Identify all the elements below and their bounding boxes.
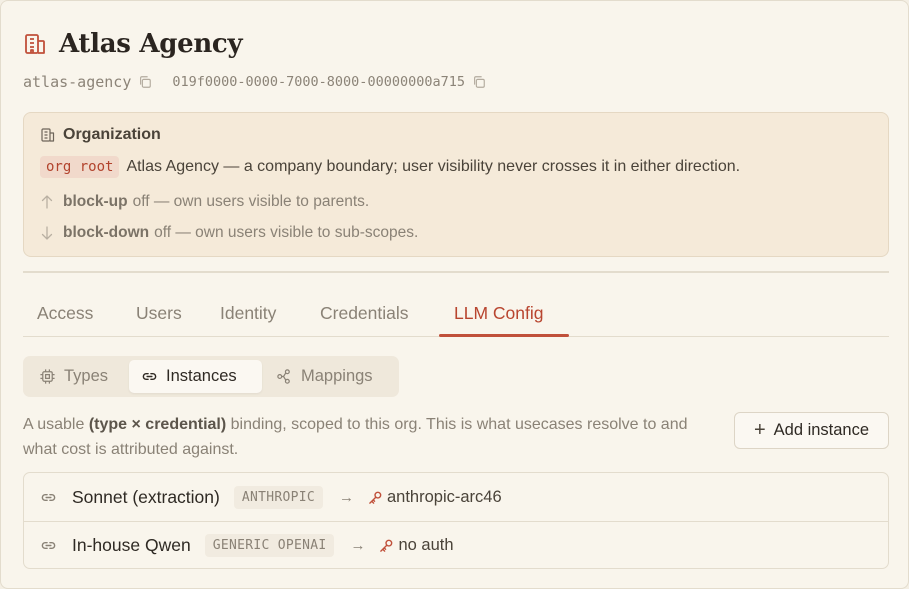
arrow-up-icon	[41, 195, 53, 209]
instance-credential: anthropic-arc46	[387, 487, 502, 506]
block-up-line: block-up off — own users visible to pare…	[40, 193, 369, 211]
instance-list: Sonnet (extraction) ANTHROPIC → anthropi…	[23, 472, 889, 569]
scope-detail-card: Atlas Agency atlas-agency 019f0000-0000-…	[0, 0, 909, 589]
block-up-text: off — own users visible to parents.	[132, 193, 370, 210]
link-icon	[142, 372, 157, 381]
tab-llm-config[interactable]: LLM Config	[454, 291, 544, 337]
description-bold: (type × credential)	[88, 416, 227, 433]
plus-icon: +	[753, 418, 766, 441]
instances-description: A usable (type × credential) binding, sc…	[23, 412, 723, 462]
copy-slug-icon[interactable]	[138, 75, 152, 89]
instance-row[interactable]: In-house Qwen GENERIC OPENAI → no auth	[24, 521, 888, 569]
section-divider	[23, 271, 889, 273]
arrow-right-icon: →	[339, 488, 354, 506]
chip-icon	[40, 369, 55, 384]
organization-heading: Organization	[40, 126, 161, 144]
llm-config-subnav: Types Instances Mappings	[23, 356, 399, 397]
organization-description: org root Atlas Agency — a company bounda…	[40, 156, 740, 178]
instance-name: In-house Qwen	[72, 535, 191, 555]
arrow-right-icon: →	[350, 537, 366, 554]
active-tab-indicator	[439, 334, 569, 337]
subnav-instances-label: Instances	[166, 367, 237, 385]
page-title: Atlas Agency	[59, 29, 243, 59]
building-icon	[41, 128, 55, 142]
subnav-mappings-label: Mappings	[301, 367, 373, 385]
identifiers: atlas-agency 019f0000-0000-7000-8000-000…	[23, 73, 486, 91]
key-icon	[369, 491, 382, 504]
instance-type-badge: GENERIC OPENAI	[204, 534, 335, 557]
building-icon	[25, 34, 45, 54]
block-down-text: off — own users visible to sub-scopes.	[154, 224, 419, 241]
instance-name: Sonnet (extraction)	[72, 486, 220, 507]
add-instance-button[interactable]: + Add instance	[734, 412, 889, 449]
instance-type-badge: ANTHROPIC	[233, 485, 323, 509]
link-icon	[41, 541, 56, 550]
description-prefix: A usable	[23, 416, 89, 433]
tab-bar: Access Users Identity Credentials LLM Co…	[23, 291, 889, 337]
instance-credential: no auth	[398, 536, 454, 554]
scope-uuid: 019f0000-0000-7000-8000-00000000a715	[172, 74, 465, 90]
subnav-mappings[interactable]: Mappings	[264, 360, 394, 393]
block-up-label: block-up	[63, 193, 128, 210]
scope-slug: atlas-agency	[23, 73, 132, 91]
block-down-line: block-down off — own users visible to su…	[40, 224, 418, 242]
key-icon	[380, 539, 393, 552]
tab-users[interactable]: Users	[136, 291, 182, 337]
link-icon	[41, 493, 56, 501]
organization-heading-label: Organization	[63, 126, 161, 143]
block-down-label: block-down	[63, 224, 150, 241]
page-header: Atlas Agency	[23, 29, 243, 59]
subnav-types-label: Types	[64, 367, 109, 385]
arrow-down-icon	[41, 226, 53, 240]
organization-panel: Organization org root Atlas Agency — a c…	[23, 112, 889, 257]
add-instance-label: Add instance	[773, 421, 870, 439]
organization-description-text: Atlas Agency — a company boundary; user …	[126, 158, 741, 175]
tab-credentials[interactable]: Credentials	[320, 291, 409, 337]
tab-identity[interactable]: Identity	[220, 291, 276, 337]
tab-access[interactable]: Access	[37, 291, 93, 337]
subnav-instances[interactable]: Instances	[129, 360, 262, 393]
subnav-types[interactable]: Types	[27, 360, 129, 393]
instance-row[interactable]: Sonnet (extraction) ANTHROPIC → anthropi…	[24, 473, 888, 521]
org-root-badge: org root	[40, 156, 120, 178]
flow-icon	[277, 369, 290, 384]
copy-uuid-icon[interactable]	[472, 75, 486, 89]
